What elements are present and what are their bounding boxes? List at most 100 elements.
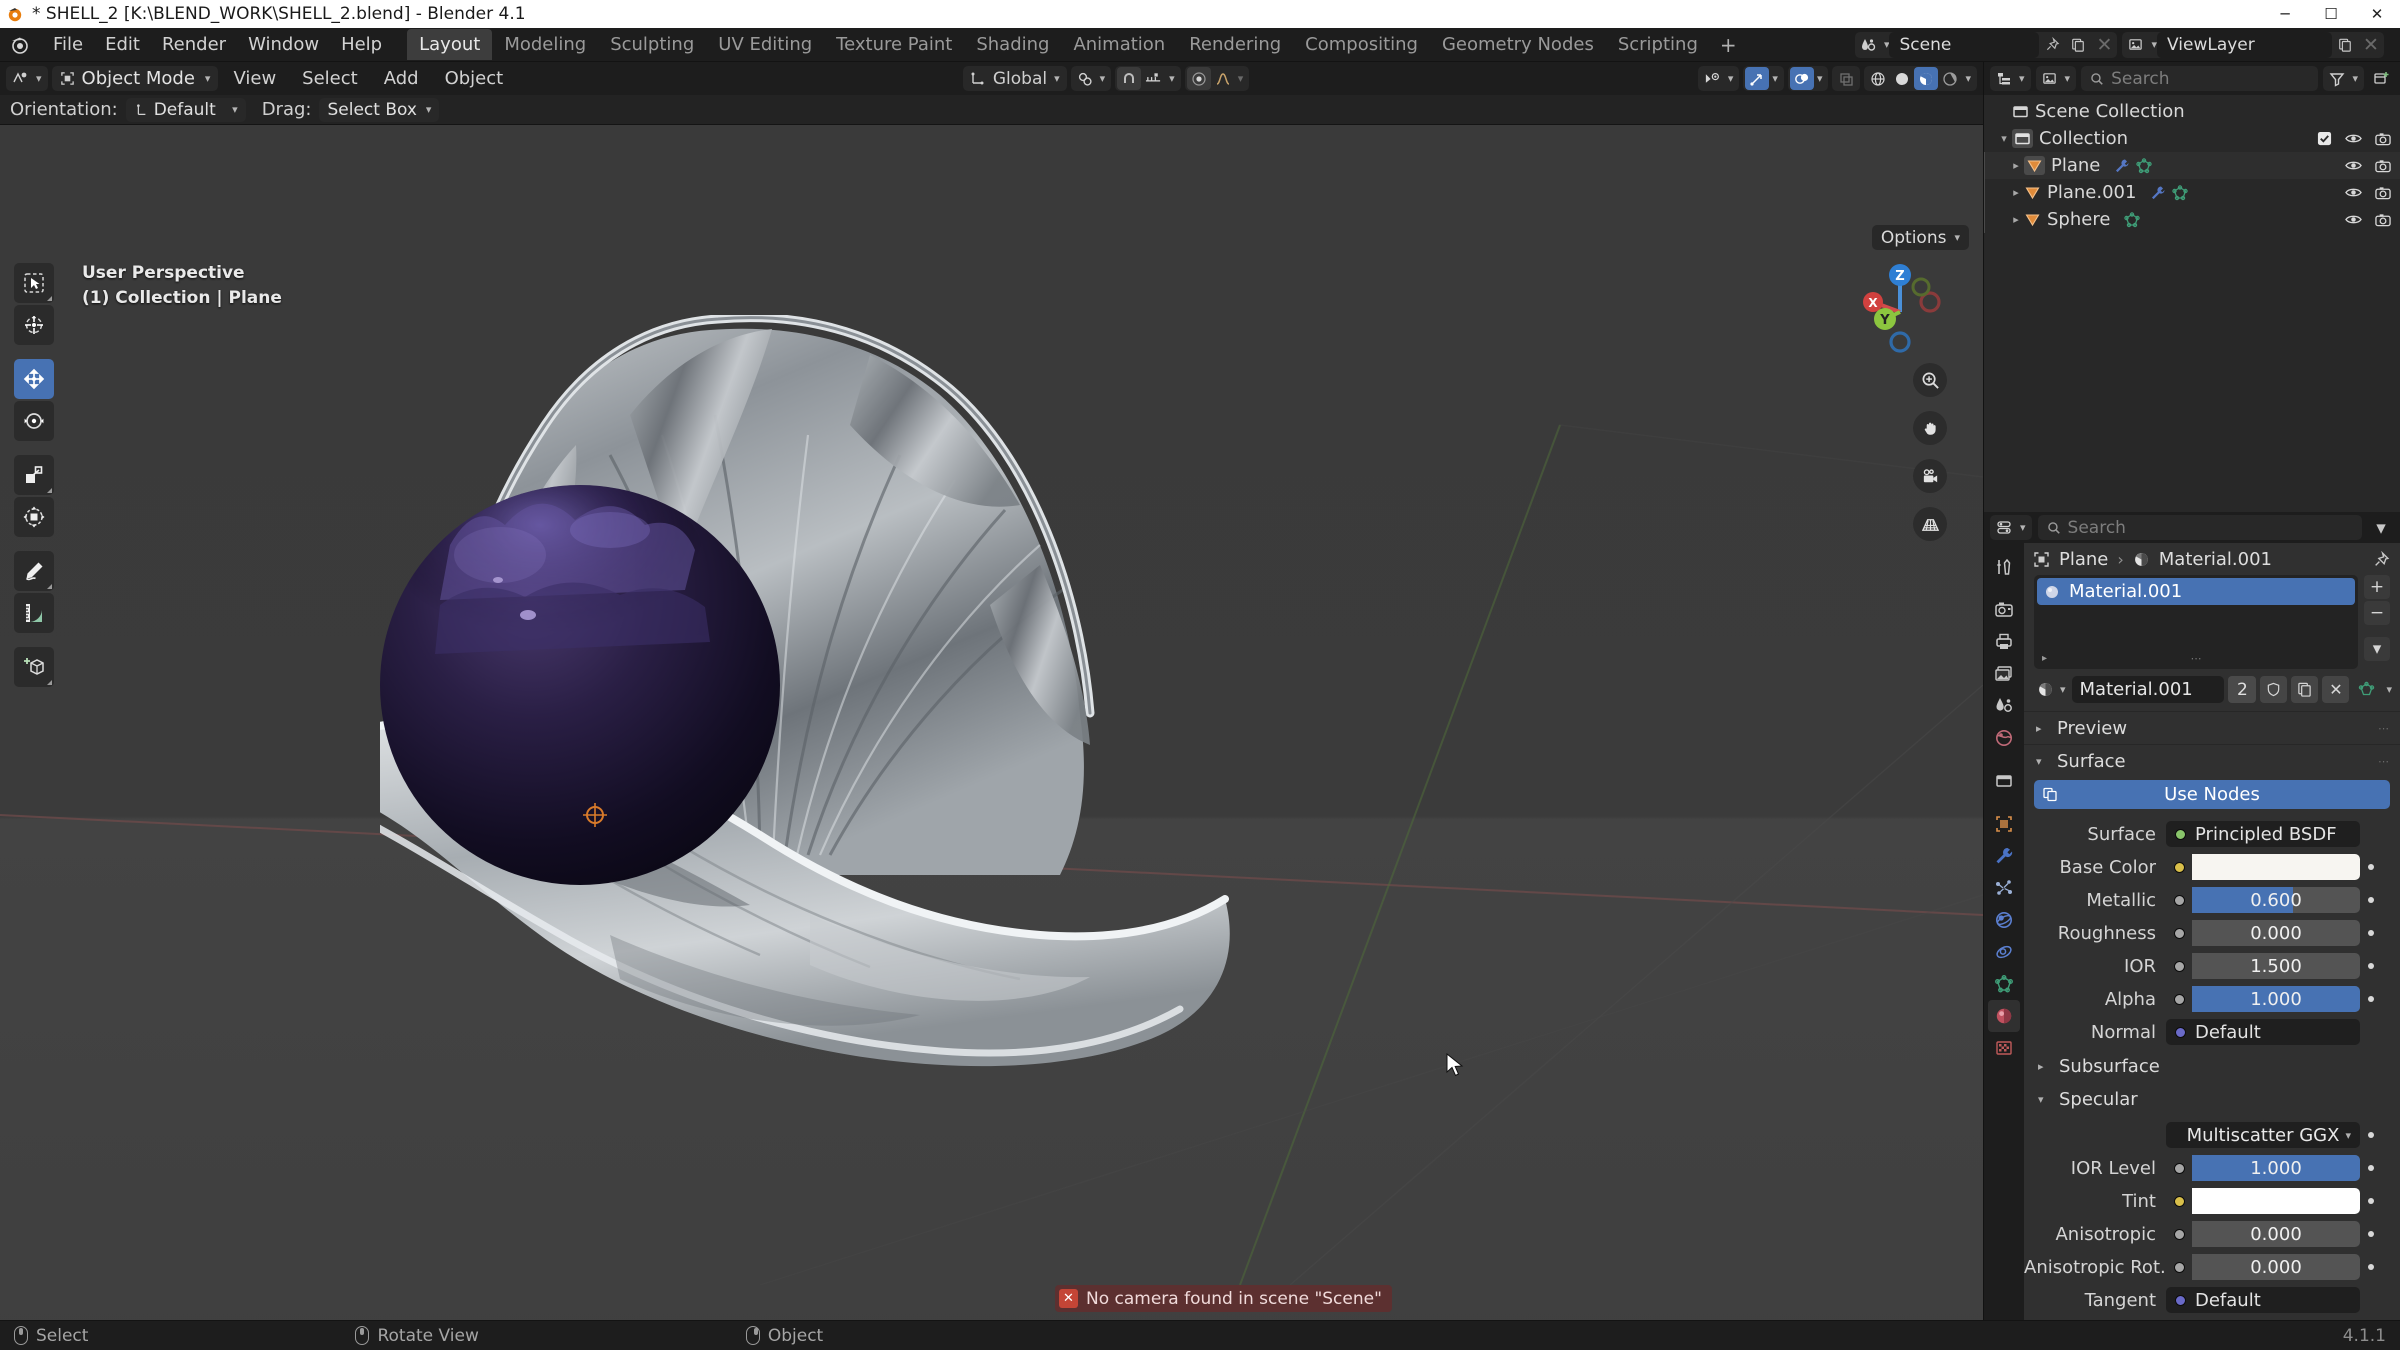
pan-hand-icon[interactable]	[1913, 411, 1947, 445]
perspective-grid-icon[interactable]	[1913, 507, 1947, 541]
workspace-tab-texture-paint[interactable]: Texture Paint	[824, 29, 964, 60]
add-cube-tool[interactable]	[14, 647, 54, 687]
workspace-tab-animation[interactable]: Animation	[1061, 29, 1177, 60]
shading-mode-group[interactable]: ▾	[1864, 66, 1977, 91]
ior-level-slider[interactable]: 1.000	[2192, 1155, 2360, 1181]
navigation-gizmo[interactable]: Z X Y	[1845, 257, 1955, 367]
hide-in-viewport-eye-icon[interactable]	[2345, 186, 2362, 199]
blender-logo-icon[interactable]	[8, 33, 32, 57]
error-toast[interactable]: ✕ No camera found in scene "Scene"	[1055, 1285, 1392, 1312]
move-tool[interactable]	[14, 359, 54, 399]
transform-orientation-selector[interactable]: Global ▾	[963, 66, 1067, 91]
animate-property-dot[interactable]	[2360, 864, 2382, 870]
viewport-menu-object[interactable]: Object	[434, 65, 515, 92]
drag-dropdown[interactable]: Select Box ▾	[319, 98, 439, 122]
falloff-curve-icon[interactable]	[1211, 67, 1235, 90]
xray-toggle-group[interactable]	[1832, 66, 1860, 91]
material-name-input[interactable]: Material.001	[2072, 676, 2225, 703]
transform-orientation-label[interactable]: Global	[989, 67, 1051, 90]
workspace-tab-compositing[interactable]: Compositing	[1293, 29, 1430, 60]
workspace-tab-uv-editing[interactable]: UV Editing	[706, 29, 824, 60]
3d-viewport[interactable]: User Perspective (1) Collection | Plane …	[0, 125, 1983, 1350]
anisotropic-rotation-slider[interactable]: 0.000	[2192, 1254, 2360, 1280]
material-slot-specials-menu[interactable]: ▾	[2364, 637, 2390, 661]
panel-specular[interactable]: ▾ Specular	[2024, 1083, 2400, 1116]
properties-search-input[interactable]: Search	[2038, 515, 2362, 540]
pin-properties-icon[interactable]	[2373, 551, 2390, 568]
base-color-socket[interactable]	[2166, 854, 2192, 880]
viewport-menu-view[interactable]: View	[222, 65, 287, 92]
panel-surface[interactable]: ▾ Surface ⋯	[2024, 744, 2400, 777]
resize-grip-icon[interactable]: ⋯	[2191, 652, 2202, 665]
material-preview-shading-icon[interactable]	[1914, 67, 1938, 90]
anisotropic-slider[interactable]: 0.000	[2192, 1221, 2360, 1247]
metallic-socket[interactable]	[2166, 887, 2192, 913]
panel-subsurface[interactable]: ▸ Subsurface	[2024, 1050, 2400, 1083]
filter-funnel-icon[interactable]	[2325, 67, 2349, 90]
outliner-display-mode-selector[interactable]: ▾	[2036, 66, 2077, 91]
hide-in-viewport-eye-icon[interactable]	[2345, 159, 2362, 172]
scene-name-field[interactable]: Scene	[1889, 32, 2039, 58]
editor-type-selector[interactable]: ▾	[6, 66, 48, 91]
properties-tab-tool[interactable]	[1988, 551, 2020, 583]
copy-material-icon[interactable]	[2291, 676, 2318, 703]
fake-user-shield-icon[interactable]	[2260, 676, 2287, 703]
solid-shading-icon[interactable]	[1890, 67, 1914, 90]
outliner-row-collection[interactable]: ▾ Collection	[1984, 125, 2400, 152]
alpha-socket[interactable]	[2166, 986, 2192, 1012]
outliner-filter-group[interactable]: ▾	[2323, 66, 2364, 91]
animate-property-dot[interactable]	[2360, 1165, 2382, 1171]
measure-tool[interactable]	[14, 593, 54, 633]
animate-property-dot[interactable]	[2360, 1231, 2382, 1237]
properties-tab-collection[interactable]	[1988, 765, 2020, 797]
ior-level-socket[interactable]	[2166, 1155, 2192, 1181]
view-layer-display-icon[interactable]	[2038, 67, 2062, 90]
material-slot-item[interactable]: Material.001	[2037, 578, 2355, 605]
magnet-snap-icon[interactable]	[1117, 67, 1141, 90]
disable-in-renders-camera-icon[interactable]	[2375, 213, 2391, 227]
remove-viewlayer-button[interactable]: ✕	[2358, 32, 2384, 58]
ior-socket[interactable]	[2166, 953, 2192, 979]
workspace-tab-shading[interactable]: Shading	[964, 29, 1061, 60]
properties-content[interactable]: Plane › Material.001	[2024, 543, 2400, 1350]
animate-property-dot[interactable]	[2360, 1198, 2382, 1204]
metallic-slider[interactable]: 0.600	[2192, 887, 2360, 913]
properties-tab-object[interactable]	[1988, 808, 2020, 840]
expand-chevron-icon[interactable]: ▸	[2008, 159, 2024, 172]
normal-input-selector[interactable]: Default	[2166, 1019, 2360, 1045]
workspace-tab-rendering[interactable]: Rendering	[1177, 29, 1293, 60]
toggle-xray-icon[interactable]	[1834, 67, 1858, 90]
proportional-editing-icon[interactable]	[1187, 67, 1211, 90]
animate-property-dot[interactable]	[2360, 1264, 2382, 1270]
tint-color-swatch[interactable]	[2192, 1188, 2360, 1214]
anisotropic-rotation-socket[interactable]	[2166, 1254, 2192, 1280]
menu-edit[interactable]: Edit	[94, 31, 151, 58]
use-nodes-button[interactable]: Use Nodes	[2034, 780, 2390, 809]
new-scene-button[interactable]	[2065, 32, 2091, 58]
specular-distribution-dropdown[interactable]: Multiscatter GGX ▾	[2166, 1122, 2360, 1148]
object-visibility-icon[interactable]	[1700, 67, 1725, 90]
properties-tab-texture[interactable]	[1988, 1032, 2020, 1064]
minimize-button[interactable]: ─	[2262, 0, 2308, 28]
anisotropic-socket[interactable]	[2166, 1221, 2192, 1247]
viewlayer-name-field[interactable]: ViewLayer	[2157, 32, 2332, 58]
animate-property-dot[interactable]	[2360, 930, 2382, 936]
tangent-input-selector[interactable]: Default	[2166, 1287, 2360, 1313]
animate-property-dot[interactable]	[2360, 996, 2382, 1002]
workspace-tab-geometry-nodes[interactable]: Geometry Nodes	[1430, 29, 1606, 60]
material-slot-list[interactable]: Material.001 ▸ ⋯	[2034, 575, 2358, 669]
exclude-checkbox-icon[interactable]	[2317, 131, 2332, 146]
roughness-slider[interactable]: 0.000	[2192, 920, 2360, 946]
pivot-point-selector[interactable]: ▾	[1071, 66, 1112, 91]
properties-editor-type-selector[interactable]: ▾	[1990, 515, 2032, 540]
scene-selector[interactable]: ▾ Scene ✕	[1855, 32, 2118, 58]
wireframe-shading-icon[interactable]	[1866, 67, 1890, 90]
breadcrumb-object-name[interactable]: Plane	[2059, 549, 2108, 570]
animate-property-dot[interactable]	[2360, 897, 2382, 903]
base-color-swatch[interactable]	[2192, 854, 2360, 880]
overlay-controls[interactable]: ▾	[1788, 66, 1829, 91]
menu-file[interactable]: File	[42, 31, 94, 58]
properties-icon[interactable]	[1992, 516, 2017, 539]
properties-tab-object-data[interactable]	[1988, 968, 2020, 1000]
material-data-mesh-icon[interactable]	[2353, 677, 2379, 703]
